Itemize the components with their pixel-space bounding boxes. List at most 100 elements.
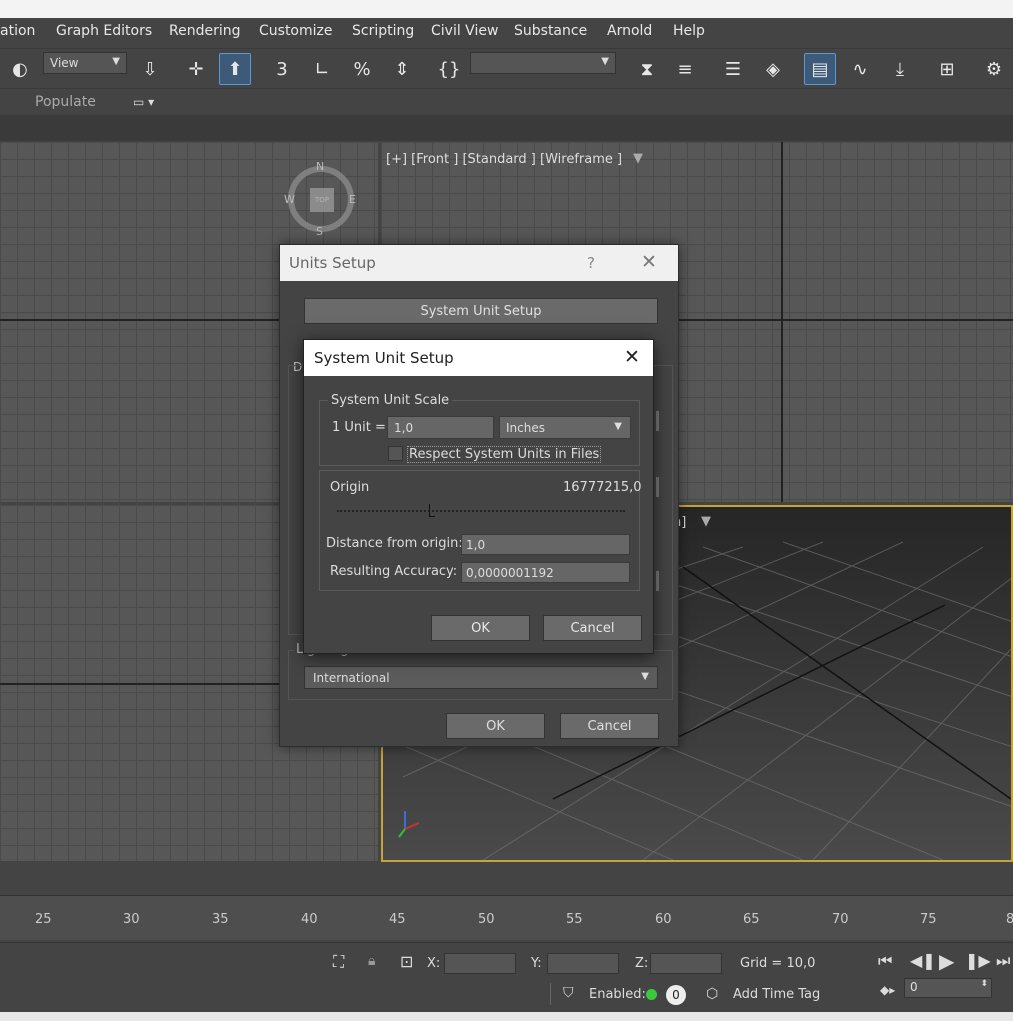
viewcube-south: S	[316, 225, 323, 238]
x-field[interactable]	[444, 953, 516, 974]
window-bottom-strip	[0, 1012, 1013, 1021]
select-link-icon[interactable]: ◐	[4, 53, 36, 85]
y-field[interactable]	[547, 953, 619, 974]
help-button[interactable]: ?	[587, 254, 595, 272]
origin-slider-track[interactable]	[337, 510, 625, 512]
system-unit-cancel-label: Cancel	[570, 620, 615, 636]
move-icon[interactable]: ✛	[180, 53, 212, 85]
tick-label: 25	[35, 912, 52, 927]
grid-size: Grid = 10,0	[740, 956, 816, 971]
render-setup-icon[interactable]: ⚙	[978, 53, 1010, 85]
viewcube-east: E	[349, 193, 356, 206]
selection-icon[interactable]: ⛶	[333, 952, 344, 972]
spinner-icon[interactable]: ⬍	[980, 979, 988, 989]
menu-animation[interactable]: ation	[0, 23, 35, 39]
origin-value: 16777215,0	[563, 480, 642, 495]
layer-explorer-icon[interactable]: ◈	[757, 53, 789, 85]
system-unit-setup-button[interactable]: System Unit Setup	[304, 298, 658, 324]
named-selection-icon[interactable]: {}	[433, 53, 465, 85]
enabled-count-badge: 0	[666, 985, 686, 1005]
select-object-icon[interactable]: ⬆	[219, 53, 251, 85]
schematic-view-icon[interactable]: ⊞	[931, 53, 963, 85]
menu-customize[interactable]: Customize	[259, 23, 333, 39]
ribbon-options-icon[interactable]: ▭ ▾	[133, 95, 154, 109]
angle-snap-icon[interactable]: ∟	[306, 53, 338, 85]
go-to-end-icon[interactable]: ⏭	[996, 951, 1010, 971]
close-icon[interactable]: ✕	[641, 251, 657, 273]
viewcube-face[interactable]: TOP	[310, 188, 334, 212]
snap-3d-icon[interactable]: 3	[266, 53, 298, 85]
align-icon[interactable]: ≡	[669, 53, 701, 85]
time-ruler[interactable]: 25 30 35 40 45 50 55 60 70 65 75 8	[0, 895, 1013, 940]
unit-scale-field[interactable]: 1,0	[387, 416, 494, 439]
distance-from-origin-field[interactable]: 1,0	[461, 534, 630, 555]
menu-help[interactable]: Help	[673, 23, 705, 39]
resulting-accuracy-label: Resulting Accuracy:	[330, 564, 458, 579]
percent-snap-icon[interactable]: %	[346, 53, 378, 85]
scroll-fragment	[656, 477, 659, 497]
respect-units-checkbox[interactable]	[388, 446, 403, 461]
tag-icon[interactable]: ⬡	[706, 986, 718, 1002]
reference-coordinate-select[interactable]: View ▼	[43, 52, 127, 74]
divider	[550, 983, 551, 1005]
distance-from-origin-value: 1,0	[466, 538, 486, 552]
curve-editor-icon[interactable]: ∿	[844, 53, 876, 85]
z-field[interactable]	[650, 953, 722, 974]
filter-icon[interactable]: ▼	[701, 514, 711, 529]
mirror-icon[interactable]: ⧗	[631, 53, 663, 85]
window-top-strip	[0, 0, 1013, 18]
system-unit-cancel-button[interactable]: Cancel	[543, 615, 642, 641]
filter-icon[interactable]: ▼	[633, 151, 643, 166]
system-unit-ok-button[interactable]: OK	[431, 615, 530, 641]
dope-sheet-icon[interactable]: ⤓	[884, 53, 916, 85]
chevron-down-icon: ▼	[601, 56, 609, 67]
tick-label: 8	[1006, 912, 1013, 927]
current-frame-value: 0	[910, 980, 918, 994]
resulting-accuracy-field: 0,0000001192	[461, 562, 630, 583]
previous-frame-icon[interactable]: ◀❚	[910, 951, 936, 970]
tick-label: 45	[389, 912, 406, 927]
go-to-start-icon[interactable]: ⏮	[878, 951, 892, 971]
origin-slider-thumb[interactable]	[429, 504, 436, 517]
system-unit-setup-titlebar: System Unit Setup	[304, 340, 653, 376]
units-cancel-button[interactable]: Cancel	[560, 713, 659, 739]
unit-type-value: Inches	[506, 421, 545, 435]
menu-arnold[interactable]: Arnold	[607, 23, 652, 39]
menu-rendering[interactable]: Rendering	[169, 23, 241, 39]
viewport-front-label[interactable]: [+] [Front ] [Standard ] [Wireframe ]	[386, 152, 622, 167]
lock-icon[interactable]: 🔒︎	[368, 953, 375, 969]
menu-bar: ation Graph Editors Rendering Customize …	[0, 18, 1013, 48]
menu-civil-view[interactable]: Civil View	[431, 23, 498, 39]
select-by-name-icon[interactable]: ⇩	[134, 53, 166, 85]
ribbon-toggle-icon[interactable]: ▤	[804, 53, 836, 85]
viewcube[interactable]: TOP	[288, 166, 354, 232]
named-selection-set-dropdown[interactable]: ▼	[470, 52, 616, 74]
scroll-fragment	[656, 571, 659, 591]
system-unit-setup-button-label: System Unit Setup	[420, 303, 542, 319]
ribbon-tab-populate[interactable]: Populate	[35, 94, 96, 110]
menu-scripting[interactable]: Scripting	[352, 23, 414, 39]
unit-type-select[interactable]: Inches ▼	[499, 416, 631, 439]
origin-label: Origin	[330, 480, 370, 495]
shield-icon[interactable]: ⛉	[563, 985, 574, 1001]
menu-substance[interactable]: Substance	[514, 23, 587, 39]
absolute-mode-icon[interactable]: ⊡	[400, 952, 413, 971]
play-icon[interactable]: ▶	[939, 949, 954, 973]
scene-explorer-icon[interactable]: ☰	[717, 53, 749, 85]
resulting-accuracy-value: 0,0000001192	[466, 566, 554, 580]
tick-label: 65	[743, 912, 760, 927]
units-ok-button[interactable]: OK	[446, 713, 545, 739]
current-frame-field[interactable]: 0 ⬍	[904, 978, 992, 998]
add-time-tag[interactable]: Add Time Tag	[733, 987, 820, 1002]
key-mode-icon[interactable]: ◆▸	[880, 983, 895, 997]
respect-units-label[interactable]: Respect System Units in Files	[407, 446, 602, 463]
menu-graph-editors[interactable]: Graph Editors	[56, 23, 152, 39]
next-frame-icon[interactable]: ❚▶	[965, 951, 991, 970]
close-icon[interactable]: ✕	[624, 346, 640, 368]
spinner-snap-icon[interactable]: ⇕	[386, 53, 418, 85]
lighting-units-select[interactable]: International ▼	[304, 666, 658, 689]
units-setup-titlebar: Units Setup	[280, 245, 678, 281]
distance-from-origin-label: Distance from origin:	[326, 536, 463, 551]
chevron-down-icon: ▼	[641, 671, 649, 682]
chevron-down-icon: ▼	[112, 56, 120, 67]
